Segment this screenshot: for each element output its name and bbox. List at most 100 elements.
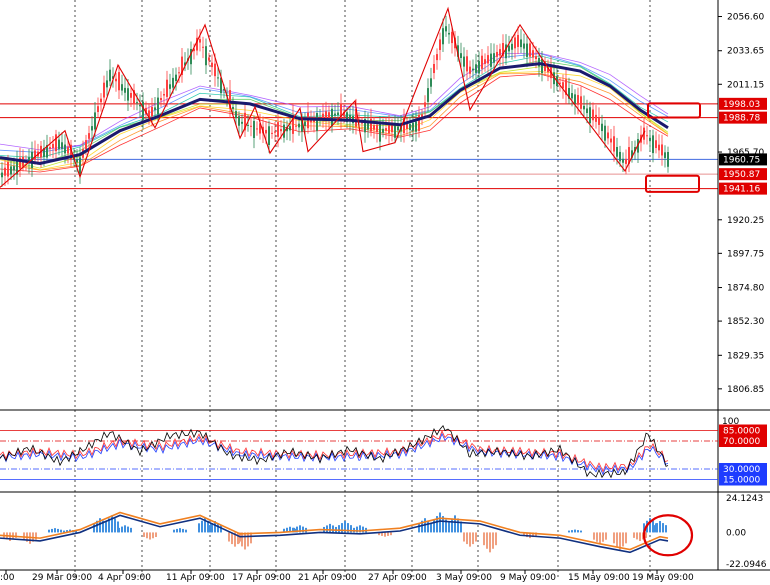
candle-body xyxy=(205,46,207,66)
candle-body xyxy=(10,166,12,175)
candle-body xyxy=(1,172,3,178)
candle-body xyxy=(61,142,63,149)
macd-histogram-bar xyxy=(173,529,175,533)
candle-body xyxy=(412,122,414,131)
candle-body xyxy=(658,144,660,151)
candle-body xyxy=(619,151,621,162)
candle-body xyxy=(142,101,144,120)
macd-histogram-bar xyxy=(48,529,50,533)
price-tick-label: 1806.85 xyxy=(727,385,764,395)
candle-body xyxy=(418,114,420,131)
macd-histogram-bar xyxy=(596,532,598,542)
macd-histogram-bar xyxy=(326,525,328,533)
macd-histogram-bar xyxy=(593,532,595,540)
time-axis-label: 27 Apr 09:00 xyxy=(368,573,427,583)
candle-body xyxy=(583,105,585,110)
macd-histogram-bar xyxy=(176,528,178,533)
candle-body xyxy=(529,43,531,57)
candle-body xyxy=(67,146,69,154)
candle-body xyxy=(409,123,411,130)
candle-body xyxy=(280,129,282,132)
macd-histogram-bar xyxy=(23,532,25,540)
macd-histogram-bar xyxy=(54,528,56,533)
candle-body xyxy=(52,143,54,148)
macd-histogram-bar xyxy=(124,525,126,533)
macd-histogram-bar xyxy=(182,528,184,533)
candle-body xyxy=(508,45,510,52)
macd-histogram-bar xyxy=(605,532,607,540)
candle-body xyxy=(175,74,177,82)
candle-body xyxy=(430,78,432,87)
candle-body xyxy=(466,56,468,72)
candle-body xyxy=(604,125,606,141)
trading-chart[interactable]: 2056.602033.652011.151965.701920.251897.… xyxy=(0,0,770,585)
candle-body xyxy=(271,132,273,134)
candle-body xyxy=(577,95,579,105)
price-tick-label: 2056.60 xyxy=(727,13,764,23)
candle-body xyxy=(580,96,582,109)
macd-histogram-bar xyxy=(185,529,187,533)
candle-body xyxy=(595,114,597,122)
macd-histogram-bar xyxy=(472,532,474,545)
candle-body xyxy=(34,150,36,160)
macd-histogram-bar xyxy=(228,532,230,542)
macd-histogram-bar xyxy=(384,532,386,537)
candle-body xyxy=(4,167,6,176)
candle-body xyxy=(613,136,615,152)
candle-body xyxy=(58,139,60,150)
price-tick-label: 1920.25 xyxy=(727,216,764,226)
candle-body xyxy=(166,79,168,97)
candle-body xyxy=(652,135,654,154)
macd-histogram-bar xyxy=(121,526,123,533)
rsi-level-tag: 70.0000 xyxy=(723,437,760,447)
candle-body xyxy=(241,121,243,124)
candle-body xyxy=(385,128,387,131)
macd-tick-label: 24.1243 xyxy=(726,494,763,504)
candle-body xyxy=(415,121,417,132)
macd-histogram-bar xyxy=(179,528,181,533)
candle-body xyxy=(574,94,576,105)
macd-histogram-bar xyxy=(143,532,145,537)
macd-histogram-bar xyxy=(127,526,129,533)
candle-body xyxy=(475,64,477,73)
candle-body xyxy=(610,138,612,143)
macd-histogram-bar xyxy=(483,532,485,546)
candle-body xyxy=(214,63,216,77)
macd-histogram-bar xyxy=(118,527,120,533)
macd-histogram-bar xyxy=(616,532,618,547)
candle-body xyxy=(121,84,123,91)
candle-body xyxy=(535,56,537,60)
rsi-level-tag: 15.0000 xyxy=(723,476,760,486)
macd-histogram-bar xyxy=(439,512,441,533)
candle-body xyxy=(469,66,471,74)
candle-body xyxy=(85,140,87,149)
macd-histogram-bar xyxy=(636,532,638,540)
candle-body xyxy=(592,109,594,121)
candle-body xyxy=(442,28,444,45)
candle-body xyxy=(667,152,669,167)
macd-histogram-bar xyxy=(639,532,641,541)
candle-body xyxy=(526,43,528,57)
candle-body xyxy=(268,126,270,145)
macd-histogram-bar xyxy=(486,532,488,549)
candle-body xyxy=(163,94,165,96)
macd-histogram-bar xyxy=(613,532,615,544)
macd-histogram-bar xyxy=(492,532,494,549)
macd-histogram-bar xyxy=(247,532,249,547)
candle-body xyxy=(91,126,93,131)
candle-body xyxy=(607,132,609,139)
candle-body xyxy=(247,124,249,126)
macd-histogram-bar xyxy=(130,527,132,533)
macd-histogram-bar xyxy=(430,523,432,533)
candle-body xyxy=(463,56,465,67)
macd-histogram-bar xyxy=(155,532,157,537)
candle-body xyxy=(601,123,603,132)
candle-body xyxy=(250,125,252,127)
candle-body xyxy=(514,37,516,49)
candle-body xyxy=(598,117,600,125)
candle-body xyxy=(448,32,450,35)
candle-body xyxy=(151,106,153,117)
candle-body xyxy=(424,102,426,107)
macd-histogram-bar xyxy=(152,532,154,539)
macd-histogram-bar xyxy=(427,520,429,533)
